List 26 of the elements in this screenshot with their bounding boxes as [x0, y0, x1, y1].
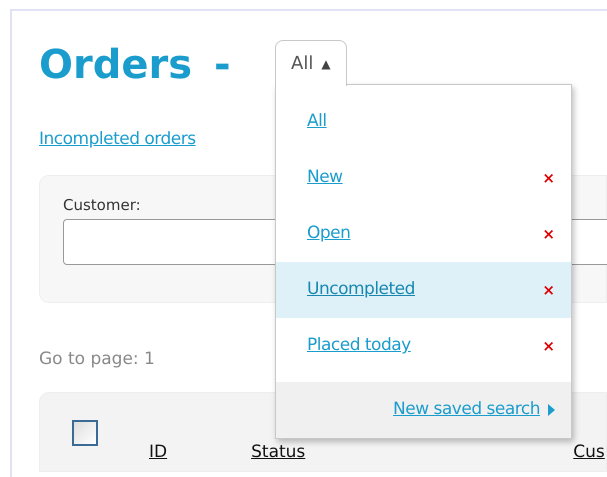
select-all-checkbox[interactable]	[72, 420, 98, 446]
caret-right-icon	[548, 404, 555, 416]
delete-icon[interactable]: ×	[542, 338, 555, 354]
menu-item[interactable]: Placed today ×	[276, 318, 571, 374]
menu-item-link[interactable]: New	[307, 165, 343, 191]
column-header[interactable]: ID	[149, 442, 168, 464]
incompleted-orders-link[interactable]: Incompleted orders	[39, 129, 196, 150]
menu-item[interactable]: Open ×	[276, 206, 571, 262]
menu-item-link[interactable]: All	[307, 109, 327, 135]
pager-text: Go to page: 1	[39, 349, 156, 370]
delete-icon[interactable]: ×	[542, 170, 555, 186]
menu-item-link[interactable]: Placed today	[307, 333, 411, 359]
menu-item[interactable]: Uncompleted ×	[276, 262, 571, 318]
menu-item[interactable]: New ×	[276, 150, 571, 206]
delete-icon[interactable]: ×	[542, 282, 555, 298]
title-separator: -	[214, 45, 231, 85]
column-header[interactable]: Status	[251, 442, 306, 464]
page-title: Orders	[39, 45, 192, 85]
view-dropdown[interactable]: All ▲	[275, 40, 347, 86]
column-header[interactable]: Cus	[573, 442, 605, 464]
menu-item-link[interactable]: Open	[307, 221, 350, 247]
new-saved-search-link[interactable]: New saved search	[393, 397, 540, 423]
delete-icon[interactable]: ×	[542, 226, 555, 242]
menu-item-link[interactable]: Uncompleted	[307, 277, 415, 303]
customer-label: Customer:	[63, 196, 141, 215]
menu-item[interactable]: All	[276, 94, 571, 150]
